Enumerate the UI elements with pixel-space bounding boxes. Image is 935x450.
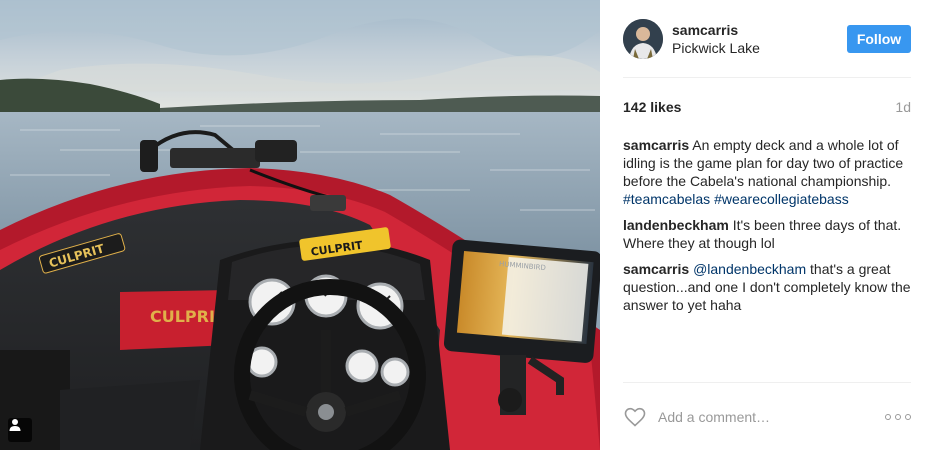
comment-item: samcarris An empty deck and a whole lot … [623,136,911,208]
avatar[interactable] [623,18,663,59]
post-side-panel: samcarris Pickwick Lake Follow 142 likes… [600,0,935,450]
post-author-info: samcarris Pickwick Lake [672,21,760,57]
follow-button[interactable]: Follow [847,25,911,53]
post-header: samcarris Pickwick Lake Follow [623,0,911,78]
post-location[interactable]: Pickwick Lake [672,39,760,57]
boat-lake-photo: CULPRIT CULPRIT CULPRIT HUMMINBIRD [0,0,600,450]
user-tag-icon[interactable] [8,418,32,442]
post-stats: 142 likes 1d [623,78,911,136]
dot [905,413,911,420]
person-icon [9,419,21,431]
heart-icon[interactable] [623,405,647,429]
avatar-image [623,18,663,59]
dot [895,413,901,420]
post-footer [623,382,911,450]
comment-item: samcarris @landenbeckham that's a great … [623,260,911,314]
dot [885,413,891,420]
comment-item: landenbeckham It's been three days of th… [623,216,911,252]
mention-link[interactable]: @landenbeckham [693,261,806,277]
hashtag-link[interactable]: #wearecollegiatebass [714,191,849,207]
post-photo[interactable]: CULPRIT CULPRIT CULPRIT HUMMINBIRD [0,0,600,450]
likes-count[interactable]: 142 likes [623,99,681,115]
hashtag-link[interactable]: #teamcabelas [623,191,710,207]
comment-author[interactable]: samcarris [623,261,689,277]
more-options-icon[interactable] [885,412,911,422]
comment-author[interactable]: landenbeckham [623,217,729,233]
post-time[interactable]: 1d [895,99,911,115]
add-comment-input[interactable] [658,406,877,427]
comment-author[interactable]: samcarris [623,137,689,153]
author-username[interactable]: samcarris [672,21,760,39]
instagram-post: CULPRIT CULPRIT CULPRIT HUMMINBIRD samca… [0,0,935,450]
comments-list: samcarris An empty deck and a whole lot … [623,136,911,314]
